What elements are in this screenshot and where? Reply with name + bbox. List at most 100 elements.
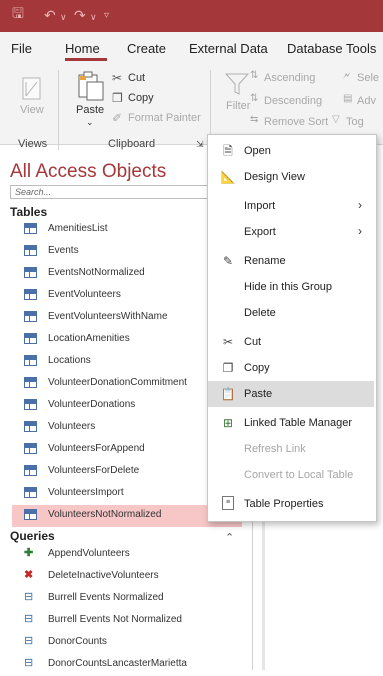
query-icon: ⊟ <box>24 657 34 669</box>
save-icon[interactable]: 🖫 <box>12 6 24 20</box>
menu-item-export[interactable]: Export › <box>208 219 374 245</box>
copy-icon: ❐ <box>112 91 123 105</box>
toggle-filter-button[interactable]: ▽ Tog <box>332 114 383 130</box>
query-item-label: DeleteInactiveVolunteers <box>48 570 159 581</box>
view-icon <box>22 77 41 100</box>
table-item-label: Events <box>48 245 79 256</box>
table-item-label: EventVolunteersWithName <box>48 311 168 322</box>
redo-icon[interactable]: ↷ <box>74 8 86 22</box>
format-painter-button[interactable]: ✐ Format Painter <box>112 111 202 126</box>
paste-dropdown-icon[interactable]: ⌄ <box>86 117 94 128</box>
menu-item-rename[interactable]: ✎ Rename <box>208 248 374 274</box>
scissors-icon: ✂ <box>112 71 123 85</box>
advanced-button[interactable]: ▤ Adv <box>343 93 383 109</box>
tab-home[interactable]: Home <box>65 41 100 56</box>
table-icon <box>24 465 37 476</box>
menu-label-rename: Rename <box>244 255 286 267</box>
query-item[interactable]: ⊟ Burrell Events Not Normalized <box>12 610 242 632</box>
table-item-label: Locations <box>48 355 91 366</box>
properties-icon: ≡ <box>222 496 234 510</box>
table-item-label: VolunteersImport <box>48 487 124 498</box>
menu-label-hide: Hide in this Group <box>244 281 333 293</box>
paste-button[interactable]: Paste ⌄ <box>74 70 106 134</box>
query-item[interactable]: ⊟ DonorCountsLancasterMarietta <box>12 654 242 676</box>
collapse-chevron-icon[interactable]: ⌃ <box>225 531 234 544</box>
cut-label: Cut <box>128 72 146 84</box>
customize-icon[interactable]: ▿ <box>104 9 109 23</box>
table-icon <box>24 223 37 234</box>
menu-label-cut: Cut <box>244 336 262 348</box>
view-button[interactable]: View <box>18 76 46 126</box>
table-icon <box>24 311 37 322</box>
sort-ascending-icon: ⇅ <box>250 70 259 81</box>
queries-section-header[interactable]: Queries <box>10 529 55 543</box>
descending-label: Descending <box>264 95 323 107</box>
menu-item-cut[interactable]: ✂ Cut <box>208 329 374 355</box>
menu-label-linked-table-manager: Linked Table Manager <box>244 417 353 429</box>
menu-label-open: Open <box>244 145 271 157</box>
selection-label: Sele <box>357 72 380 84</box>
query-item-label: DonorCountsLancasterMarietta <box>48 658 187 669</box>
ascending-button[interactable]: ⇅ Ascending <box>250 70 325 86</box>
filter-button[interactable]: Filter <box>222 70 252 120</box>
view-label: View <box>20 104 44 116</box>
remove-sort-button[interactable]: ⇆ Remove Sort <box>250 114 332 130</box>
table-icon <box>24 267 37 278</box>
table-item-label: AmenitiesList <box>48 223 108 234</box>
query-icon: ⊟ <box>24 635 34 647</box>
menu-item-linked-table-manager[interactable]: ⊞ Linked Table Manager <box>208 410 374 436</box>
query-item[interactable]: ⊟ Burrell Events Normalized <box>12 588 242 610</box>
copy-button[interactable]: ❐ Copy <box>112 91 172 106</box>
cut-button[interactable]: ✂ Cut <box>112 71 172 86</box>
menu-item-copy[interactable]: ❐ Copy <box>208 355 374 381</box>
linked-table-icon: ⊞ <box>222 416 234 430</box>
filter-label: Filter <box>226 100 251 112</box>
query-item[interactable]: ✖ DeleteInactiveVolunteers <box>12 566 242 588</box>
nav-pane-title[interactable]: All Access Objects <box>10 161 166 183</box>
menu-item-table-properties[interactable]: ≡ Table Properties <box>208 491 374 517</box>
active-tab-indicator <box>65 58 107 61</box>
tab-create[interactable]: Create <box>127 41 166 56</box>
toggle-filter-label: Tog <box>346 116 364 128</box>
paintbrush-icon: ✐ <box>112 111 123 125</box>
tables-section-header[interactable]: Tables <box>10 205 47 219</box>
advanced-filter-icon: ▤ <box>343 93 353 104</box>
table-icon <box>24 509 37 520</box>
query-item-label: Burrell Events Not Normalized <box>48 614 182 625</box>
query-item[interactable]: ⊟ DonorCounts <box>12 632 242 654</box>
clipboard-launcher-icon[interactable]: ⇲ <box>196 139 204 150</box>
tab-database-tools[interactable]: Database Tools <box>287 41 376 56</box>
menu-item-hide[interactable]: Hide in this Group <box>208 274 374 300</box>
menu-item-design-view[interactable]: 📐 Design View <box>208 164 374 190</box>
menu-item-import[interactable]: Import › <box>208 193 374 219</box>
menu-label-copy: Copy <box>244 362 270 374</box>
submenu-arrow-icon: › <box>358 224 362 238</box>
menu-item-delete[interactable]: Delete <box>208 300 374 326</box>
group-label-views: Views <box>18 138 48 150</box>
tab-file[interactable]: File <box>11 41 32 56</box>
undo-dropdown-icon[interactable]: ∨ <box>60 10 67 24</box>
table-icon <box>24 421 37 432</box>
table-icon <box>24 377 37 388</box>
remove-sort-icon: ⇆ <box>250 114 259 125</box>
tab-external-data[interactable]: External Data <box>189 41 268 56</box>
query-item[interactable]: ✚ AppendVolunteers <box>12 544 242 566</box>
menu-item-open[interactable]: 🗎 Open <box>208 138 374 164</box>
menu-item-paste[interactable]: 📋 Paste <box>208 381 374 407</box>
table-icon <box>24 487 37 498</box>
menu-label-paste: Paste <box>244 388 273 400</box>
menu-label-design-view: Design View <box>244 171 305 183</box>
table-icon <box>24 289 37 300</box>
redo-dropdown-icon[interactable]: ∨ <box>90 10 97 24</box>
menu-label-table-properties: Table Properties <box>244 498 324 510</box>
menu-label-refresh-link: Refresh Link <box>244 443 306 455</box>
table-item-label: EventsNotNormalized <box>48 267 145 278</box>
ascending-label: Ascending <box>264 72 316 84</box>
menu-item-convert: Convert to Local Table <box>208 462 374 488</box>
descending-button[interactable]: ⇅ Descending <box>250 93 332 109</box>
menu-label-delete: Delete <box>244 307 276 319</box>
copy-label: Copy <box>128 92 154 104</box>
undo-icon[interactable]: ↶ <box>44 8 56 22</box>
selection-button[interactable]: 🗲 Sele <box>343 70 383 86</box>
menu-label-import: Import <box>244 200 276 212</box>
